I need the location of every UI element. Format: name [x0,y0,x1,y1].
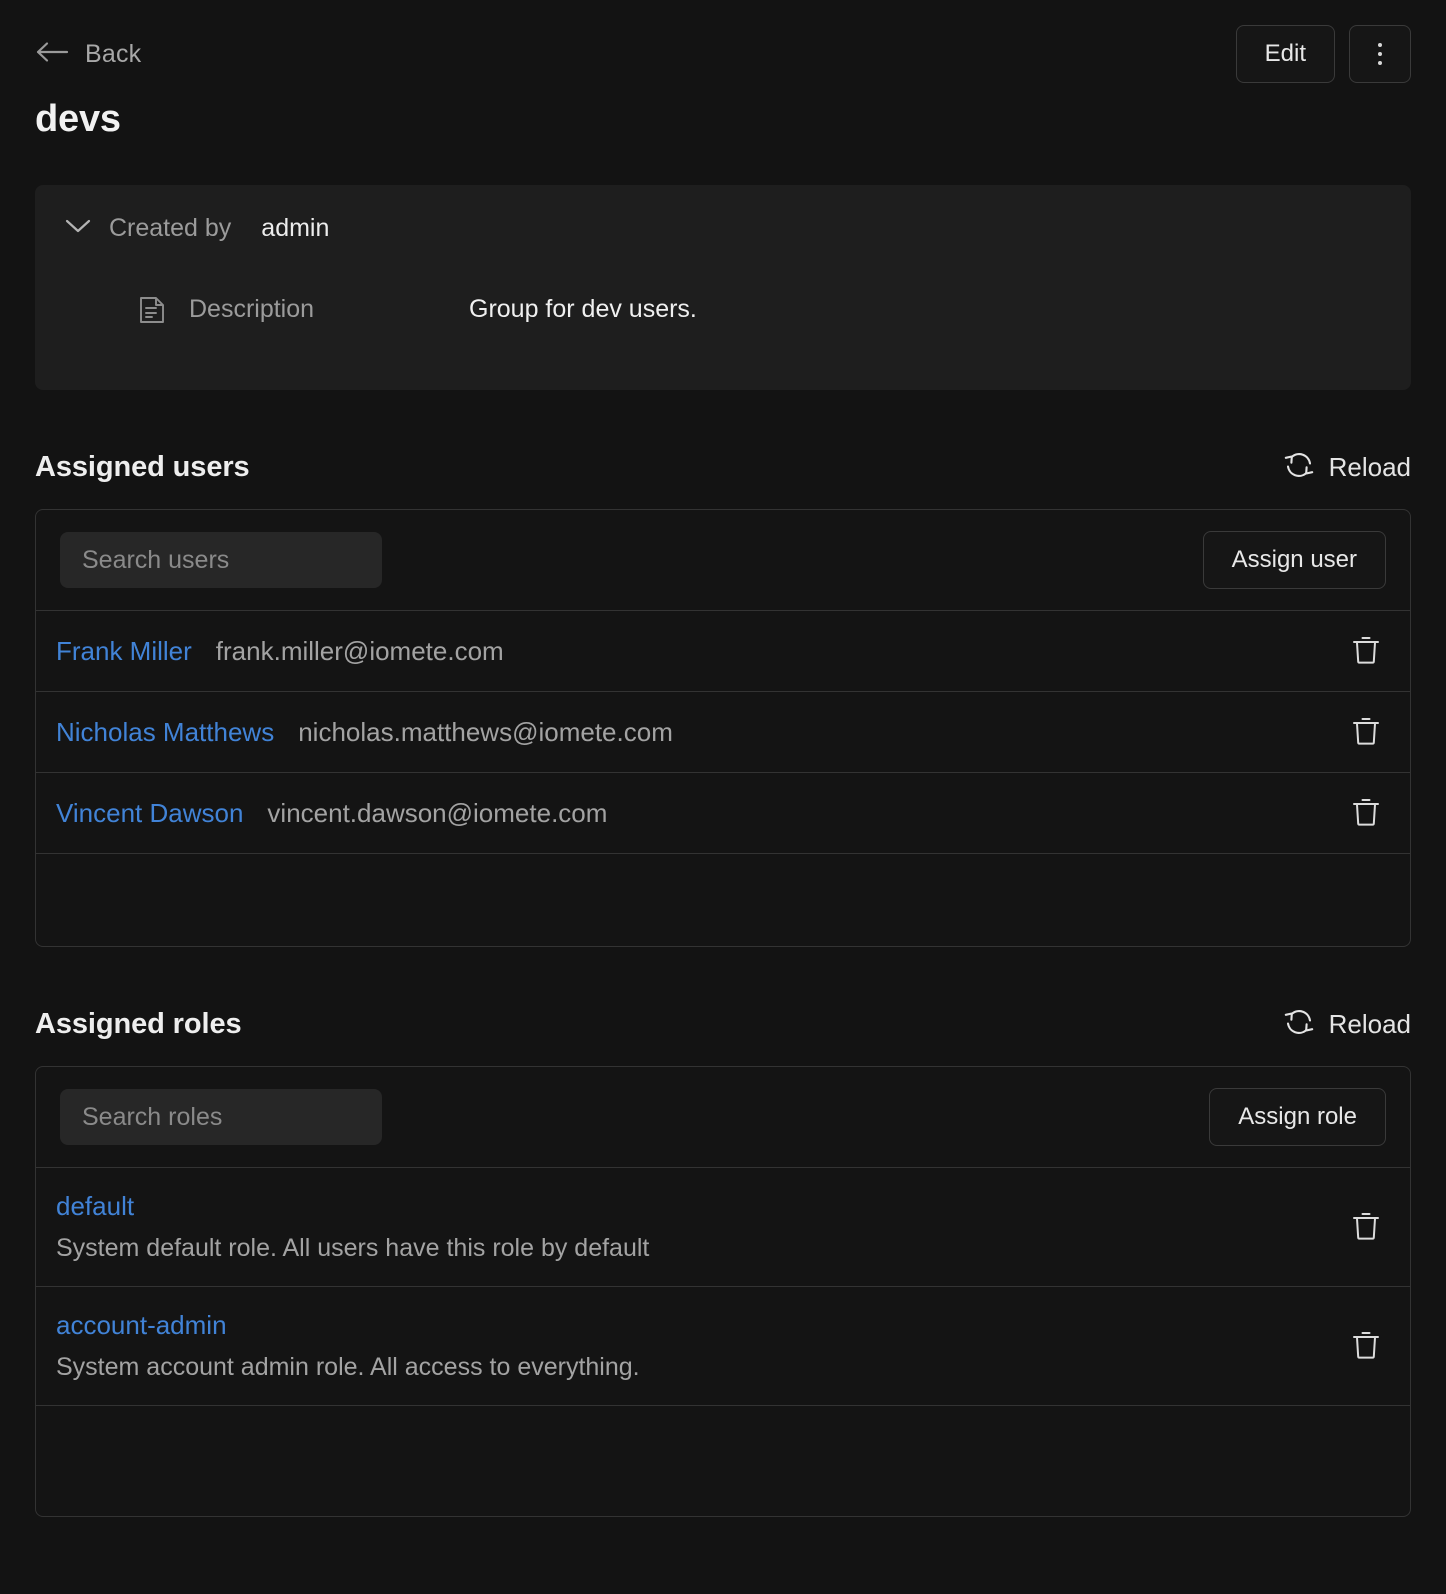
created-by-value: admin [261,213,330,242]
delete-role-button[interactable] [1346,1324,1386,1369]
user-name-link[interactable]: Vincent Dawson [56,798,243,829]
table-row[interactable]: Nicholas Matthews nicholas.matthews@iome… [36,692,1410,773]
role-cell: account-admin System account admin role.… [56,1310,640,1382]
created-by-label: Created by [109,213,232,242]
more-options-button[interactable] [1349,25,1411,83]
assign-role-button[interactable]: Assign role [1209,1088,1386,1146]
search-roles-input[interactable] [60,1089,382,1145]
assigned-users-section: Assigned users Reload Assign user [35,450,1411,947]
delete-role-button[interactable] [1346,1205,1386,1250]
assigned-users-panel: Assign user Frank Miller frank.miller@io… [35,509,1411,947]
kebab-menu-icon [1378,43,1382,65]
user-name-link[interactable]: Nicholas Matthews [56,717,274,748]
user-email: vincent.dawson@iomete.com [267,797,608,828]
assigned-users-header: Assigned users Reload [35,450,1411,485]
role-description: System account admin role. All access to… [56,1353,640,1381]
table-row[interactable]: Frank Miller frank.miller@iomete.com [36,611,1410,692]
document-icon [139,296,169,324]
delete-user-button[interactable] [1346,791,1386,836]
group-info-card: Created by admin Description Group for d… [35,185,1411,390]
page-title: devs [35,98,121,140]
topbar-actions: Edit [1235,25,1411,83]
top-bar: Back Edit [35,0,1411,86]
delete-user-button[interactable] [1346,629,1386,674]
back-label: Back [85,39,142,68]
role-description: System default role. All users have this… [56,1234,650,1262]
user-cell: Vincent Dawson vincent.dawson@iomete.com [56,798,607,829]
assigned-users-title: Assigned users [35,451,250,483]
assign-user-button[interactable]: Assign user [1202,531,1386,589]
back-button[interactable]: Back [35,40,141,69]
info-card-header[interactable]: Created by admin [65,207,1381,249]
table-row[interactable]: Vincent Dawson vincent.dawson@iomete.com [36,773,1410,854]
assigned-roles-title: Assigned roles [35,1008,242,1040]
user-email: nicholas.matthews@iomete.com [298,716,673,747]
roles-table-footer [36,1406,1410,1516]
user-cell: Frank Miller frank.miller@iomete.com [56,636,504,667]
assigned-roles-panel: Assign role default System default role.… [35,1066,1411,1517]
role-name-link[interactable]: account-admin [56,1310,640,1341]
user-email: frank.miller@iomete.com [215,635,504,666]
chevron-down-icon[interactable] [65,218,91,239]
description-value: Group for dev users. [469,295,697,323]
group-detail-page: Back Edit devs Created by admin Descript… [0,0,1446,1594]
user-name-link[interactable]: Frank Miller [56,636,192,667]
assigned-roles-section: Assigned roles Reload Assign role [35,1007,1411,1517]
reload-users-button[interactable]: Reload [1283,450,1411,485]
trash-icon [1352,1330,1380,1363]
reload-roles-button[interactable]: Reload [1283,1007,1411,1042]
trash-icon [1352,635,1380,668]
role-name-link[interactable]: default [56,1191,649,1222]
description-row: Description Group for dev users. [65,295,1381,324]
refresh-icon [1283,450,1315,485]
trash-icon [1352,716,1380,749]
reload-users-label: Reload [1328,452,1411,482]
trash-icon [1352,797,1380,830]
role-cell: default System default role. All users h… [56,1191,649,1263]
roles-toolbar: Assign role [36,1067,1410,1168]
search-users-input[interactable] [60,532,382,588]
users-toolbar: Assign user [36,510,1410,611]
assigned-roles-header: Assigned roles Reload [35,1007,1411,1042]
description-label: Description [189,295,315,323]
table-row[interactable]: default System default role. All users h… [36,1168,1410,1287]
users-table-footer [36,854,1410,946]
user-cell: Nicholas Matthews nicholas.matthews@iome… [56,717,673,748]
refresh-icon [1283,1007,1315,1042]
arrow-left-icon [35,40,69,69]
edit-button[interactable]: Edit [1235,25,1335,83]
delete-user-button[interactable] [1346,710,1386,755]
table-row[interactable]: account-admin System account admin role.… [36,1287,1410,1406]
reload-roles-label: Reload [1328,1009,1411,1039]
trash-icon [1352,1211,1380,1244]
